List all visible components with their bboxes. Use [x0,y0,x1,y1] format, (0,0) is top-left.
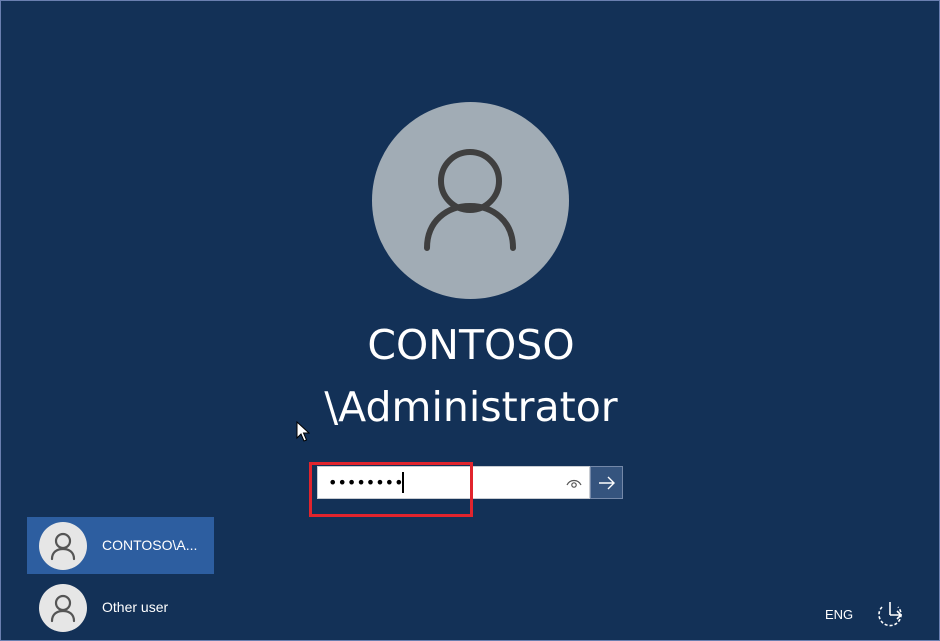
submit-button[interactable] [590,466,623,499]
user-item-contoso-admin[interactable]: CONTOSO\A... [27,517,214,574]
user-item-other-user[interactable]: Other user [27,579,214,636]
user-item-label: CONTOSO\A... [102,537,198,553]
annotation-highlight-box [309,462,473,517]
language-indicator[interactable]: ENG [825,607,853,622]
user-avatar-icon [39,522,87,570]
user-avatar-icon [39,584,87,632]
user-item-label: Other user [102,599,169,615]
arrow-right-icon [599,476,615,490]
lock-screen: CONTOSO \Administrator •••••••• CONTOSO\… [0,0,940,641]
username-domain: CONTOSO [367,321,575,369]
mouse-pointer-icon [296,421,310,442]
eye-icon[interactable] [566,476,582,490]
user-avatar-icon [372,102,569,299]
username-account: \Administrator [324,383,618,431]
power-options-icon[interactable] [871,598,907,630]
